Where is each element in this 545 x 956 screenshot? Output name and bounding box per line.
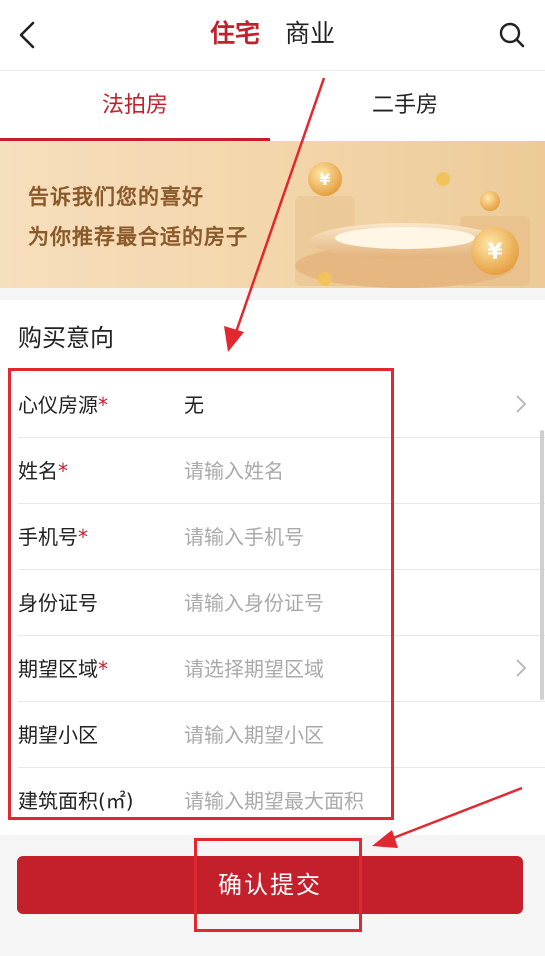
coin-podium-illustration: ¥ ¥	[295, 162, 530, 288]
section-title: 购买意向	[18, 324, 114, 352]
label-text: 期望区域	[18, 657, 98, 681]
id-number-input[interactable]	[184, 584, 514, 622]
tab-residential[interactable]: 住宅	[210, 14, 260, 54]
floor-area-input[interactable]	[184, 782, 514, 820]
tab-second-hand-house[interactable]: 二手房	[270, 71, 540, 141]
form-row-desired-area[interactable]: 期望区域* 请选择期望区域	[0, 636, 545, 702]
search-button[interactable]	[495, 18, 529, 52]
field-label: 期望小区	[18, 702, 98, 768]
chevron-right-icon	[516, 659, 527, 677]
required-mark: *	[58, 459, 68, 483]
required-mark: *	[98, 393, 108, 417]
label-text: 手机号	[18, 525, 78, 549]
label-text: 身份证号	[18, 591, 98, 615]
property-type-tabs: 法拍房 二手房	[0, 71, 545, 141]
tab-auction-house[interactable]: 法拍房	[0, 71, 270, 141]
svg-text:¥: ¥	[487, 240, 503, 265]
required-mark: *	[78, 525, 88, 549]
desired-area-select[interactable]: 请选择期望区域	[184, 636, 324, 702]
category-tabs: 住宅 商业	[0, 14, 545, 54]
field-label: 心仪房源*	[18, 372, 108, 438]
top-bar: 住宅 商业	[0, 0, 545, 71]
field-label: 姓名*	[18, 438, 68, 504]
label-text: 期望小区	[18, 723, 98, 747]
chevron-right-icon	[516, 395, 527, 413]
favorite-listing-value: 无	[184, 393, 204, 417]
purchase-intention-form: 购买意向 心仪房源* 无 姓名* 手机号* 身份证号 期望区域* 请选择期望区域…	[0, 300, 545, 835]
form-row-id-number: 身份证号	[0, 570, 545, 636]
field-label: 身份证号	[18, 570, 98, 636]
form-row-name: 姓名*	[0, 438, 545, 504]
form-row-floor-area: 建筑面积(㎡)	[0, 768, 545, 834]
desired-community-input[interactable]	[184, 716, 514, 754]
label-text: 心仪房源	[18, 393, 98, 417]
field-label: 建筑面积(㎡)	[18, 768, 134, 834]
label-text: 姓名	[18, 459, 58, 483]
search-icon	[499, 22, 525, 48]
banner-line-2: 为你推荐最合适的房子	[28, 225, 248, 249]
scrollbar[interactable]	[540, 430, 544, 700]
form-row-phone: 手机号*	[0, 504, 545, 570]
form-row-favorite-listing[interactable]: 心仪房源* 无	[0, 372, 545, 438]
form-row-desired-community: 期望小区	[0, 702, 545, 768]
field-label: 手机号*	[18, 504, 88, 570]
confirm-submit-button[interactable]: 确认提交	[17, 856, 523, 914]
promo-banner: 告诉我们您的喜好 为你推荐最合适的房子 ¥ ¥	[0, 141, 545, 288]
phone-input[interactable]	[184, 518, 514, 556]
field-label: 期望区域*	[18, 636, 108, 702]
tab-commercial[interactable]: 商业	[285, 14, 335, 54]
svg-text:¥: ¥	[319, 170, 330, 189]
banner-line-1: 告诉我们您的喜好	[28, 185, 204, 209]
required-mark: *	[98, 657, 108, 681]
label-text: 建筑面积(㎡)	[18, 789, 134, 813]
name-input[interactable]	[184, 452, 514, 490]
